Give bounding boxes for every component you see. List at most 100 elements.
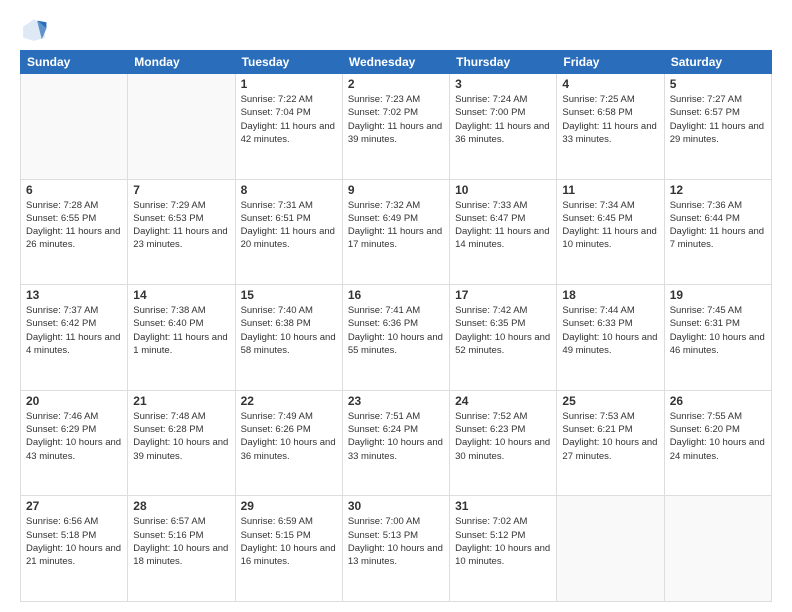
calendar-cell: 1Sunrise: 7:22 AM Sunset: 7:04 PM Daylig… <box>235 74 342 180</box>
day-number: 12 <box>670 183 766 197</box>
cell-info: Sunrise: 7:33 AM Sunset: 6:47 PM Dayligh… <box>455 199 551 252</box>
calendar-cell: 21 Sunrise: 7:48 AM Sunset: 6:28 PM Dayli… <box>128 390 235 496</box>
calendar-cell: 30 Sunrise: 7:00 AM Sunset: 5:13 PM Dayli… <box>342 496 449 602</box>
weekday-header-friday: Friday <box>557 51 664 74</box>
cell-info: Sunrise: 6:56 AM Sunset: 5:18 PM Dayligh… <box>26 515 122 568</box>
calendar-week-2: 13 Sunrise: 7:37 AM Sunset: 6:42 PM Dayli… <box>21 285 772 391</box>
calendar-cell: 5Sunrise: 7:27 AM Sunset: 6:57 PM Daylig… <box>664 74 771 180</box>
cell-info: Sunrise: 7:37 AM Sunset: 6:42 PM Dayligh… <box>26 304 122 357</box>
calendar-cell: 29 Sunrise: 6:59 AM Sunset: 5:15 PM Dayli… <box>235 496 342 602</box>
calendar-cell: 12 Sunrise: 7:36 AM Sunset: 6:44 PM Dayli… <box>664 179 771 285</box>
calendar-cell: 10 Sunrise: 7:33 AM Sunset: 6:47 PM Dayli… <box>450 179 557 285</box>
calendar-cell: 6 Sunrise: 7:28 AM Sunset: 6:55 PM Daylig… <box>21 179 128 285</box>
cell-info: Sunrise: 6:57 AM Sunset: 5:16 PM Dayligh… <box>133 515 229 568</box>
cell-info: Sunrise: 7:29 AM Sunset: 6:53 PM Dayligh… <box>133 199 229 252</box>
day-number: 8 <box>241 183 337 197</box>
day-number: 30 <box>348 499 444 513</box>
calendar-cell: 24 Sunrise: 7:52 AM Sunset: 6:23 PM Dayli… <box>450 390 557 496</box>
day-number: 11 <box>562 183 658 197</box>
day-number: 27 <box>26 499 122 513</box>
cell-info: Sunrise: 7:41 AM Sunset: 6:36 PM Dayligh… <box>348 304 444 357</box>
logo-icon <box>20 16 48 44</box>
cell-info: Sunrise: 7:32 AM Sunset: 6:49 PM Dayligh… <box>348 199 444 252</box>
cell-info: Sunrise: 7:02 AM Sunset: 5:12 PM Dayligh… <box>455 515 551 568</box>
calendar-cell: 26 Sunrise: 7:55 AM Sunset: 6:20 PM Dayli… <box>664 390 771 496</box>
day-number: 24 <box>455 394 551 408</box>
cell-info: Sunrise: 7:00 AM Sunset: 5:13 PM Dayligh… <box>348 515 444 568</box>
weekday-header-sunday: Sunday <box>21 51 128 74</box>
weekday-header-thursday: Thursday <box>450 51 557 74</box>
day-number: 15 <box>241 288 337 302</box>
day-number: 2 <box>348 77 444 91</box>
day-number: 9 <box>348 183 444 197</box>
day-number: 29 <box>241 499 337 513</box>
day-number: 31 <box>455 499 551 513</box>
cell-info: Sunrise: 7:25 AM Sunset: 6:58 PM Dayligh… <box>562 93 658 146</box>
cell-info: Sunrise: 7:24 AM Sunset: 7:00 PM Dayligh… <box>455 93 551 146</box>
cell-info: Sunrise: 7:40 AM Sunset: 6:38 PM Dayligh… <box>241 304 337 357</box>
calendar-cell: 23 Sunrise: 7:51 AM Sunset: 6:24 PM Dayli… <box>342 390 449 496</box>
calendar-cell: 31 Sunrise: 7:02 AM Sunset: 5:12 PM Dayli… <box>450 496 557 602</box>
cell-info: Sunrise: 7:45 AM Sunset: 6:31 PM Dayligh… <box>670 304 766 357</box>
cell-info: Sunrise: 7:42 AM Sunset: 6:35 PM Dayligh… <box>455 304 551 357</box>
cell-info: Sunrise: 7:52 AM Sunset: 6:23 PM Dayligh… <box>455 410 551 463</box>
day-number: 14 <box>133 288 229 302</box>
calendar-week-3: 20Sunrise: 7:46 AM Sunset: 6:29 PM Dayli… <box>21 390 772 496</box>
cell-info: Sunrise: 7:48 AM Sunset: 6:28 PM Dayligh… <box>133 410 229 463</box>
calendar-cell: 13 Sunrise: 7:37 AM Sunset: 6:42 PM Dayli… <box>21 285 128 391</box>
cell-info: Sunrise: 7:49 AM Sunset: 6:26 PM Dayligh… <box>241 410 337 463</box>
day-number: 18 <box>562 288 658 302</box>
calendar-cell: 25 Sunrise: 7:53 AM Sunset: 6:21 PM Dayli… <box>557 390 664 496</box>
logo <box>20 16 52 44</box>
calendar-cell: 17 Sunrise: 7:42 AM Sunset: 6:35 PM Dayli… <box>450 285 557 391</box>
calendar-cell <box>128 74 235 180</box>
day-number: 5 <box>670 77 766 91</box>
cell-info: Sunrise: 7:53 AM Sunset: 6:21 PM Dayligh… <box>562 410 658 463</box>
weekday-header-saturday: Saturday <box>664 51 771 74</box>
cell-info: Sunrise: 7:36 AM Sunset: 6:44 PM Dayligh… <box>670 199 766 252</box>
day-number: 26 <box>670 394 766 408</box>
day-number: 1 <box>241 77 337 91</box>
calendar-header-row: SundayMondayTuesdayWednesdayThursdayFrid… <box>21 51 772 74</box>
calendar-cell: 4 Sunrise: 7:25 AM Sunset: 6:58 PM Daylig… <box>557 74 664 180</box>
weekday-header-wednesday: Wednesday <box>342 51 449 74</box>
day-number: 3 <box>455 77 551 91</box>
calendar-week-1: 6 Sunrise: 7:28 AM Sunset: 6:55 PM Daylig… <box>21 179 772 285</box>
cell-info: Sunrise: 7:51 AM Sunset: 6:24 PM Dayligh… <box>348 410 444 463</box>
calendar-cell: 2Sunrise: 7:23 AM Sunset: 7:02 PM Daylig… <box>342 74 449 180</box>
day-number: 20 <box>26 394 122 408</box>
day-number: 10 <box>455 183 551 197</box>
cell-info: Sunrise: 7:34 AM Sunset: 6:45 PM Dayligh… <box>562 199 658 252</box>
day-number: 21 <box>133 394 229 408</box>
calendar-cell: 7 Sunrise: 7:29 AM Sunset: 6:53 PM Daylig… <box>128 179 235 285</box>
calendar-cell: 27 Sunrise: 6:56 AM Sunset: 5:18 PM Dayli… <box>21 496 128 602</box>
cell-info: Sunrise: 7:55 AM Sunset: 6:20 PM Dayligh… <box>670 410 766 463</box>
calendar-cell: 18Sunrise: 7:44 AM Sunset: 6:33 PM Dayli… <box>557 285 664 391</box>
calendar-week-4: 27 Sunrise: 6:56 AM Sunset: 5:18 PM Dayli… <box>21 496 772 602</box>
cell-info: Sunrise: 6:59 AM Sunset: 5:15 PM Dayligh… <box>241 515 337 568</box>
day-number: 13 <box>26 288 122 302</box>
calendar-cell: 22 Sunrise: 7:49 AM Sunset: 6:26 PM Dayli… <box>235 390 342 496</box>
cell-info: Sunrise: 7:38 AM Sunset: 6:40 PM Dayligh… <box>133 304 229 357</box>
calendar-cell <box>664 496 771 602</box>
day-number: 7 <box>133 183 229 197</box>
calendar-cell: 11 Sunrise: 7:34 AM Sunset: 6:45 PM Dayli… <box>557 179 664 285</box>
calendar-cell: 20Sunrise: 7:46 AM Sunset: 6:29 PM Dayli… <box>21 390 128 496</box>
day-number: 22 <box>241 394 337 408</box>
cell-info: Sunrise: 7:31 AM Sunset: 6:51 PM Dayligh… <box>241 199 337 252</box>
calendar-cell <box>21 74 128 180</box>
calendar-cell: 19 Sunrise: 7:45 AM Sunset: 6:31 PM Dayli… <box>664 285 771 391</box>
calendar-cell <box>557 496 664 602</box>
day-number: 6 <box>26 183 122 197</box>
calendar-cell: 9 Sunrise: 7:32 AM Sunset: 6:49 PM Daylig… <box>342 179 449 285</box>
day-number: 19 <box>670 288 766 302</box>
day-number: 16 <box>348 288 444 302</box>
cell-info: Sunrise: 7:28 AM Sunset: 6:55 PM Dayligh… <box>26 199 122 252</box>
header <box>20 16 772 44</box>
calendar-cell: 28 Sunrise: 6:57 AM Sunset: 5:16 PM Dayli… <box>128 496 235 602</box>
day-number: 17 <box>455 288 551 302</box>
day-number: 23 <box>348 394 444 408</box>
day-number: 25 <box>562 394 658 408</box>
day-number: 4 <box>562 77 658 91</box>
day-number: 28 <box>133 499 229 513</box>
